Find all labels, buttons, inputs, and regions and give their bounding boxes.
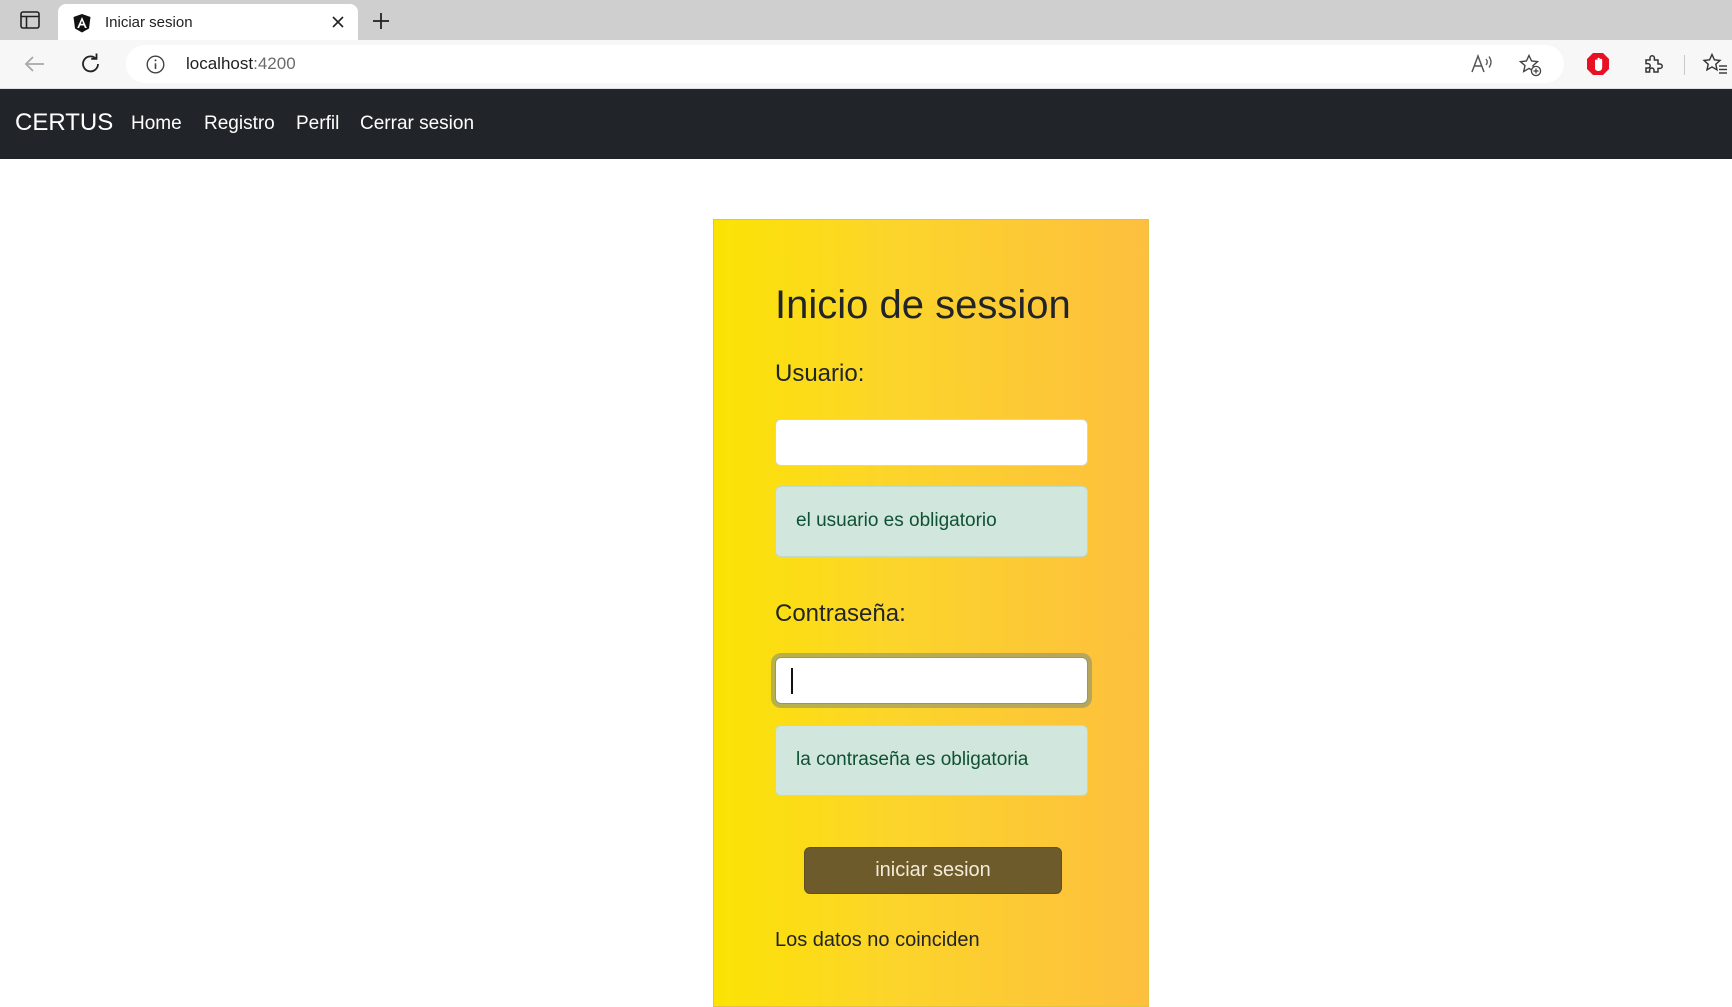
url-host: localhost bbox=[186, 54, 254, 73]
password-error-alert: la contraseña es obligatoria bbox=[775, 725, 1088, 796]
read-aloud-icon[interactable] bbox=[1470, 53, 1494, 75]
browser-tab-active[interactable]: Iniciar sesion bbox=[58, 4, 358, 40]
tab-actions-icon[interactable] bbox=[14, 6, 46, 34]
password-label: Contraseña: bbox=[775, 600, 906, 627]
login-status-message: Los datos no coinciden bbox=[775, 929, 980, 951]
nav-link-cerrar-sesion[interactable]: Cerrar sesion bbox=[360, 113, 474, 135]
app-navbar: CERTUS Home Registro Perfil Cerrar sesio… bbox=[0, 89, 1732, 159]
toolbar-divider bbox=[1684, 55, 1685, 75]
nav-link-home[interactable]: Home bbox=[131, 113, 182, 135]
new-tab-icon[interactable] bbox=[368, 8, 394, 34]
login-submit-button[interactable]: iniciar sesion bbox=[804, 847, 1062, 894]
nav-link-perfil[interactable]: Perfil bbox=[296, 113, 339, 135]
login-title: Inicio de session bbox=[775, 283, 1071, 327]
browser-tab-strip: Iniciar sesion bbox=[0, 0, 1732, 40]
address-bar[interactable]: localhost:4200 bbox=[126, 45, 1564, 83]
favorites-icon[interactable] bbox=[1702, 52, 1728, 76]
site-info-icon[interactable] bbox=[146, 55, 165, 74]
user-input[interactable] bbox=[775, 419, 1088, 466]
text-caret bbox=[791, 668, 793, 694]
password-input[interactable] bbox=[775, 657, 1088, 704]
url-port: :4200 bbox=[253, 54, 296, 73]
user-error-alert: el usuario es obligatorio bbox=[775, 486, 1088, 557]
angular-icon bbox=[72, 13, 92, 33]
login-card: Inicio de session Usuario: el usuario es… bbox=[713, 219, 1149, 1007]
back-arrow-icon[interactable] bbox=[20, 49, 50, 79]
add-favorite-icon[interactable] bbox=[1518, 53, 1542, 77]
browser-toolbar: localhost:4200 bbox=[0, 40, 1732, 89]
nav-link-registro[interactable]: Registro bbox=[204, 113, 275, 135]
url-text: localhost:4200 bbox=[186, 54, 296, 74]
reload-icon[interactable] bbox=[76, 49, 106, 79]
extensions-icon[interactable] bbox=[1642, 52, 1666, 76]
close-tab-icon[interactable] bbox=[330, 14, 346, 30]
brand-logo[interactable]: CERTUS bbox=[15, 109, 113, 137]
adblock-extension-icon[interactable] bbox=[1586, 52, 1610, 78]
user-label: Usuario: bbox=[775, 360, 865, 387]
tab-title: Iniciar sesion bbox=[105, 14, 193, 31]
